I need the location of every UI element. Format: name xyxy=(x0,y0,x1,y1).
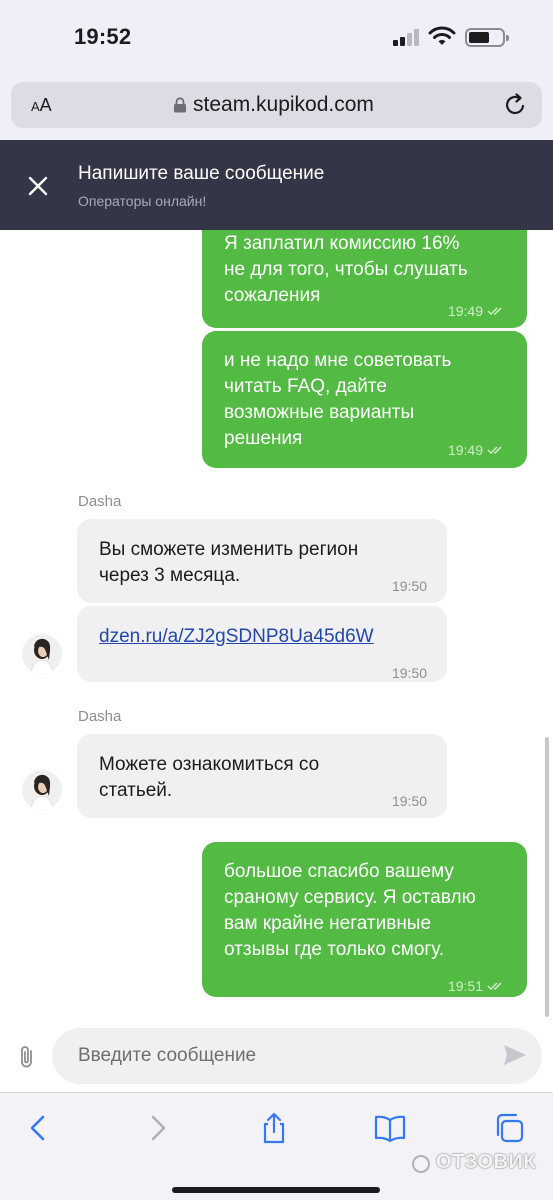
back-icon[interactable] xyxy=(22,1111,56,1145)
message-line: Я заплатил комиссию 16% xyxy=(224,233,460,254)
home-indicator xyxy=(172,1187,380,1193)
url-text[interactable]: steam.kupikod.com xyxy=(193,93,374,117)
message-line: не для того, чтобы слушать xyxy=(224,259,468,280)
message-line: сожаления xyxy=(224,285,321,306)
outgoing-message: большое спасибо вашему сраному сервису. … xyxy=(202,842,527,997)
double-check-icon xyxy=(487,982,502,990)
lock-icon xyxy=(174,97,186,113)
battery-icon xyxy=(465,28,509,47)
tabs-icon[interactable] xyxy=(492,1111,526,1145)
double-check-icon xyxy=(487,307,502,315)
message-line: решения xyxy=(224,428,303,449)
message-line: через 3 месяца. xyxy=(99,565,241,586)
outgoing-message: Я заплатил комиссию 16% не для того, что… xyxy=(202,230,527,328)
browser-address-area: AA steam.kupikod.com xyxy=(0,78,553,140)
status-time: 19:52 xyxy=(74,24,132,49)
operator-avatar xyxy=(22,634,62,674)
wifi-icon xyxy=(428,26,456,45)
double-check-icon xyxy=(487,446,502,454)
incoming-message: dzen.ru/a/ZJ2gSDNP8Ua45d6W 19:50 xyxy=(77,606,447,682)
message-time: 19:50 xyxy=(391,578,427,594)
bookmarks-icon[interactable] xyxy=(373,1111,407,1145)
message-line: и не надо мне советовать xyxy=(224,350,452,371)
operator-avatar xyxy=(22,770,62,810)
message-line: сраному сервису. Я оставлю xyxy=(224,887,476,908)
watermark-text: ОТЗОВИК xyxy=(436,1151,537,1173)
sender-name: Dasha xyxy=(78,493,122,510)
message-link[interactable]: dzen.ru/a/ZJ2gSDNP8Ua45d6W xyxy=(99,626,374,647)
scrollbar[interactable] xyxy=(545,737,549,1017)
signal-icon xyxy=(393,28,421,46)
chat-title: Напишите ваше сообщение xyxy=(78,163,325,184)
browser-toolbar: ОТЗОВИК xyxy=(0,1092,553,1200)
message-line: Вы сможете изменить регион xyxy=(99,539,359,560)
message-time: 19:49 xyxy=(448,437,505,463)
message-time-text: 19:49 xyxy=(447,442,483,458)
outgoing-message: и не надо мне советовать читать FAQ, дай… xyxy=(202,331,527,468)
address-bar[interactable]: AA steam.kupikod.com xyxy=(11,82,542,128)
text-size-button[interactable]: AA xyxy=(31,95,52,116)
incoming-message: Вы сможете изменить регион через 3 месяц… xyxy=(77,519,447,603)
message-time: 19:49 xyxy=(448,298,505,324)
watermark-logo xyxy=(412,1155,430,1173)
message-line: возможные варианты xyxy=(224,402,415,423)
forward-icon[interactable] xyxy=(140,1111,174,1145)
message-list[interactable]: Я заплатил комиссию 16% не для того, что… xyxy=(0,230,553,1022)
status-bar: 19:52 xyxy=(0,0,553,78)
message-input[interactable] xyxy=(52,1028,542,1084)
message-line: статьей. xyxy=(99,780,173,801)
send-icon[interactable] xyxy=(503,1044,527,1066)
message-time-text: 19:49 xyxy=(447,303,483,319)
sender-name: Dasha xyxy=(78,708,122,725)
message-line: отзывы где только смогу. xyxy=(224,939,445,960)
paperclip-icon[interactable] xyxy=(17,1044,37,1070)
composer xyxy=(0,1022,553,1092)
share-icon[interactable] xyxy=(257,1111,291,1145)
message-time: 19:51 xyxy=(448,973,505,999)
message-line: Можете ознакомиться со xyxy=(99,754,320,775)
message-time: 19:50 xyxy=(391,665,427,681)
reload-icon[interactable] xyxy=(502,92,528,118)
message-line: большое спасибо вашему xyxy=(224,861,454,882)
message-time: 19:50 xyxy=(391,793,427,809)
message-line: читать FAQ, дайте xyxy=(224,376,387,397)
chat-subtitle: Операторы онлайн! xyxy=(78,193,207,209)
incoming-message: Можете ознакомиться со статьей. 19:50 xyxy=(77,734,447,818)
message-time-text: 19:51 xyxy=(447,978,483,994)
message-line: вам крайне негативные xyxy=(224,913,432,934)
chat-header: Напишите ваше сообщение Операторы онлайн… xyxy=(0,140,553,230)
close-icon[interactable] xyxy=(26,174,50,198)
